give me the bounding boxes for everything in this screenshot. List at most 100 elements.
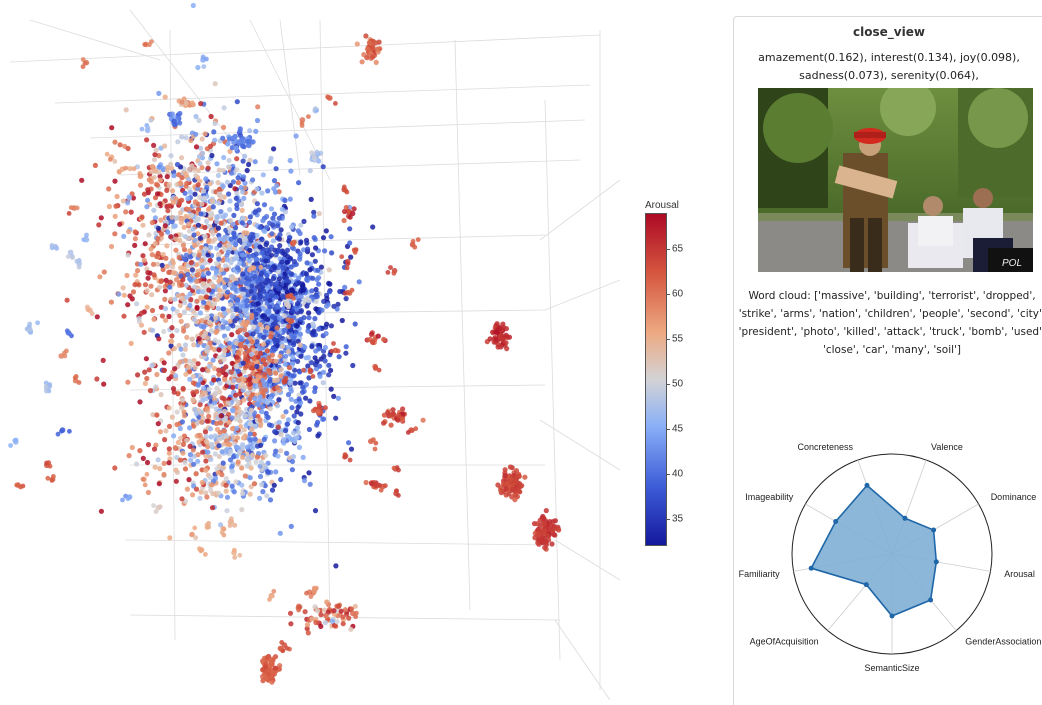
colorbar-tick-label: 65: [672, 243, 684, 255]
scatter-point: [296, 180, 302, 186]
scatter-point: [400, 406, 406, 412]
scatter-point: [112, 231, 118, 237]
sample-photo[interactable]: POL: [758, 88, 1033, 272]
scatter-point: [286, 304, 291, 310]
scatter-point: [204, 218, 210, 224]
scatter-point: [228, 170, 235, 176]
scatter-point: [280, 294, 286, 300]
scatter-point: [182, 256, 188, 262]
scatter-point: [242, 309, 248, 315]
scatter-point: [216, 186, 222, 192]
scatter-point: [159, 262, 165, 268]
scatter-point: [265, 188, 271, 194]
scatter-point: [226, 191, 232, 197]
scatter-point: [552, 518, 559, 524]
scatter-point: [54, 246, 60, 251]
scatter-point: [295, 429, 301, 436]
scatter-point: [277, 353, 283, 359]
scatter-point: [280, 343, 286, 349]
scatter-point: [193, 131, 199, 137]
scatter-point: [125, 379, 131, 385]
scatter-point: [203, 434, 209, 440]
scatter-point: [123, 209, 129, 215]
scatter-point: [70, 255, 75, 260]
scatter-point: [208, 482, 215, 488]
radar-chart[interactable]: Valence Dominance Arousal GenderAssociation…: [734, 417, 1042, 677]
scatter-plot-area[interactable]: Arousal 35 40 45 50 55 60 65: [0, 0, 720, 705]
scatter-point: [218, 413, 224, 419]
scatter-point: [192, 252, 198, 258]
scatter-point: [141, 329, 147, 335]
scatter-point: [510, 486, 516, 493]
scatter-point: [203, 438, 209, 444]
scatter-point: [193, 144, 200, 150]
scatter-point: [247, 491, 253, 497]
scatter-point: [400, 411, 406, 417]
scatter-point: [181, 328, 187, 334]
scatter-point: [267, 304, 273, 310]
scatter-point: [254, 363, 260, 369]
scatter-point: [101, 381, 107, 387]
scatter-point: [352, 250, 358, 255]
scatter-point: [153, 384, 159, 390]
scatter-point: [247, 431, 253, 437]
scatter-point: [167, 284, 173, 290]
scatter-point: [172, 296, 178, 302]
scatter-point: [278, 432, 284, 438]
scatter-point: [220, 167, 226, 173]
scatter-point: [216, 490, 222, 496]
scatter-point: [162, 306, 169, 312]
scatter-point: [187, 189, 193, 195]
scatter-point: [234, 156, 240, 162]
scatter-point: [173, 215, 179, 221]
scatter-point: [97, 274, 103, 280]
scatter-point: [372, 366, 378, 371]
scatter-point: [249, 231, 255, 237]
scatter-point: [307, 398, 313, 404]
scatter-point: [323, 613, 329, 619]
scatter-point: [189, 532, 195, 538]
scatter-point: [342, 284, 348, 290]
scatter-point: [192, 191, 198, 197]
scatter-point: [315, 419, 321, 425]
scatter-point: [188, 260, 194, 266]
scatter-point: [212, 390, 218, 396]
scatter-point: [240, 158, 246, 164]
scatter-point: [306, 315, 312, 321]
radar-value-point: [902, 515, 908, 521]
scatter-point: [142, 380, 148, 387]
scatter-point: [244, 444, 250, 450]
scatter-point: [166, 182, 172, 188]
scatter-point: [165, 208, 171, 214]
colorbar-tick-mark: [667, 339, 670, 340]
scatter-point: [316, 346, 322, 352]
scatter-point: [215, 305, 221, 311]
scatter-point: [137, 171, 143, 176]
scatter-point: [348, 254, 354, 260]
scatter-point: [220, 460, 226, 466]
scatter-point: [283, 409, 289, 415]
scatter-point: [197, 495, 203, 501]
scatter-point: [208, 244, 214, 250]
scatter-point: [346, 440, 352, 446]
scatter-point: [166, 376, 172, 382]
scatter-point: [271, 146, 277, 152]
scatter-point: [220, 237, 227, 243]
emotion-line-1: amazement(0.162), interest(0.134), joy(0…: [758, 51, 1020, 64]
scatter-point: [311, 408, 317, 414]
scatter-point: [196, 336, 202, 342]
scatter-plot-svg[interactable]: [0, 0, 720, 705]
scatter-point: [132, 236, 138, 242]
scatter-point: [350, 362, 356, 369]
scatter-point: [203, 330, 209, 336]
scatter-point: [236, 377, 242, 383]
scatter-point: [296, 396, 302, 402]
scatter-point: [267, 497, 274, 503]
grid-line: [454, 39, 471, 611]
scatter-point: [152, 215, 158, 221]
scatter-point: [136, 282, 142, 288]
scatter-point: [291, 258, 297, 265]
scatter-point: [150, 261, 157, 267]
scatter-point: [316, 281, 322, 287]
radar-value-point: [833, 519, 839, 524]
